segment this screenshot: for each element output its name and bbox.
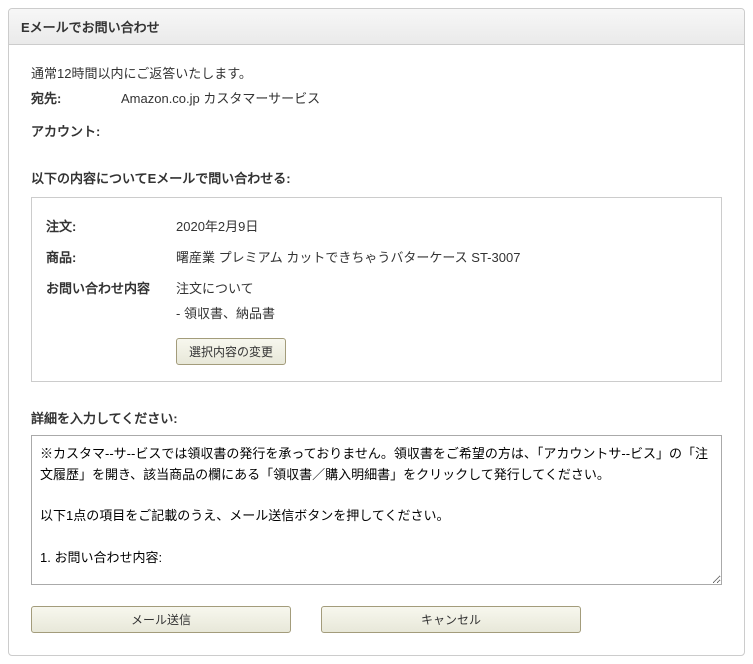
response-time-text: 通常12時間以内にご返答いたします。 <box>31 63 722 82</box>
order-box: 注文: 2020年2月9日 商品: 曙産業 プレミアム カットできちゃうバターケ… <box>31 197 722 382</box>
panel-title: Eメールでお問い合わせ <box>9 9 744 45</box>
order-date-label: 注文: <box>46 216 176 235</box>
to-value: Amazon.co.jp カスタマーサービス <box>121 88 320 107</box>
inquiry-intro: 以下の内容についてEメールで問い合わせる: <box>31 168 722 187</box>
action-row: メール送信 キャンセル <box>31 606 722 633</box>
to-row: 宛先: Amazon.co.jp カスタマーサービス <box>31 88 722 107</box>
inquiry-content-row: お問い合わせ内容 注文について - 領収書、納品書 <box>46 272 707 328</box>
account-label: アカウント: <box>31 121 722 140</box>
inquiry-content-label: お問い合わせ内容 <box>46 278 176 297</box>
product-row: 商品: 曙産業 プレミアム カットできちゃうバターケース ST-3007 <box>46 241 707 272</box>
inquiry-content-main: 注文について <box>176 278 707 297</box>
product-label: 商品: <box>46 247 176 266</box>
order-date-row: 注文: 2020年2月9日 <box>46 210 707 241</box>
order-date-value: 2020年2月9日 <box>176 216 707 235</box>
send-email-button[interactable]: メール送信 <box>31 606 291 633</box>
details-textarea[interactable] <box>31 435 722 585</box>
inquiry-content-sub: - 領収書、納品書 <box>176 303 707 322</box>
details-label: 詳細を入力してください: <box>31 408 722 427</box>
change-selection-button[interactable]: 選択内容の変更 <box>176 338 286 365</box>
panel-body: 通常12時間以内にご返答いたします。 宛先: Amazon.co.jp カスタマ… <box>9 45 744 655</box>
inquiry-content-value: 注文について - 領収書、納品書 <box>176 278 707 322</box>
cancel-button[interactable]: キャンセル <box>321 606 581 633</box>
product-value: 曙産業 プレミアム カットできちゃうバターケース ST-3007 <box>176 247 707 266</box>
change-button-wrap: 選択内容の変更 <box>46 328 707 365</box>
contact-panel: Eメールでお問い合わせ 通常12時間以内にご返答いたします。 宛先: Amazo… <box>8 8 745 656</box>
to-label: 宛先: <box>31 88 121 107</box>
